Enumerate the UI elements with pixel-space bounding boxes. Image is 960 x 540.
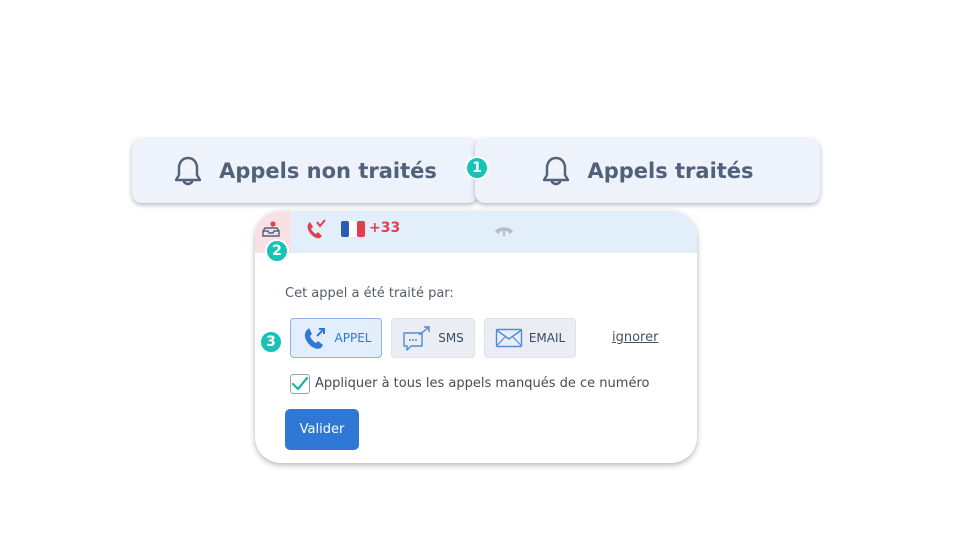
sms-icon	[403, 326, 430, 351]
apply-all-label: Appliquer à tous les appels manqués de c…	[315, 376, 650, 391]
handled-by-prompt: Cet appel a été traité par:	[285, 286, 454, 301]
submit-button[interactable]: Valider	[285, 409, 359, 450]
step-badge-3: 3	[259, 330, 283, 354]
option-email-label: EMAIL	[528, 331, 566, 345]
france-flag-icon	[341, 221, 365, 237]
bell-icon	[543, 156, 570, 185]
missed-call-icon	[307, 219, 326, 239]
tab-treated-calls[interactable]: Appels traités	[475, 138, 820, 203]
ignore-link[interactable]: ignorer	[612, 330, 658, 345]
tab-treated-label: Appels traités	[587, 158, 754, 183]
tab-untreated-label: Appels non traités	[219, 158, 437, 183]
bell-icon	[174, 156, 202, 185]
option-call-label: APPEL	[334, 331, 372, 345]
checkmark-icon	[291, 376, 309, 391]
option-call-button[interactable]: APPEL	[290, 318, 382, 358]
apply-all-checkbox[interactable]	[290, 374, 310, 394]
option-sms-button[interactable]: SMS	[391, 318, 475, 358]
inbox-alert-icon	[262, 221, 280, 237]
step-badge-2: 2	[265, 239, 289, 263]
country-code: +33	[369, 220, 401, 236]
option-sms-label: SMS	[438, 331, 464, 345]
email-icon	[495, 328, 523, 348]
tab-untreated-calls[interactable]: Appels non traités	[132, 138, 478, 203]
step-badge-1: 1	[465, 156, 489, 180]
option-email-button[interactable]: EMAIL	[484, 318, 576, 358]
call-card: +33 Cet appel a été traité par: APPEL SM…	[255, 211, 697, 463]
hang-up-icon[interactable]	[494, 225, 514, 237]
phone-call-icon	[304, 328, 325, 349]
call-row[interactable]: +33	[255, 211, 697, 253]
